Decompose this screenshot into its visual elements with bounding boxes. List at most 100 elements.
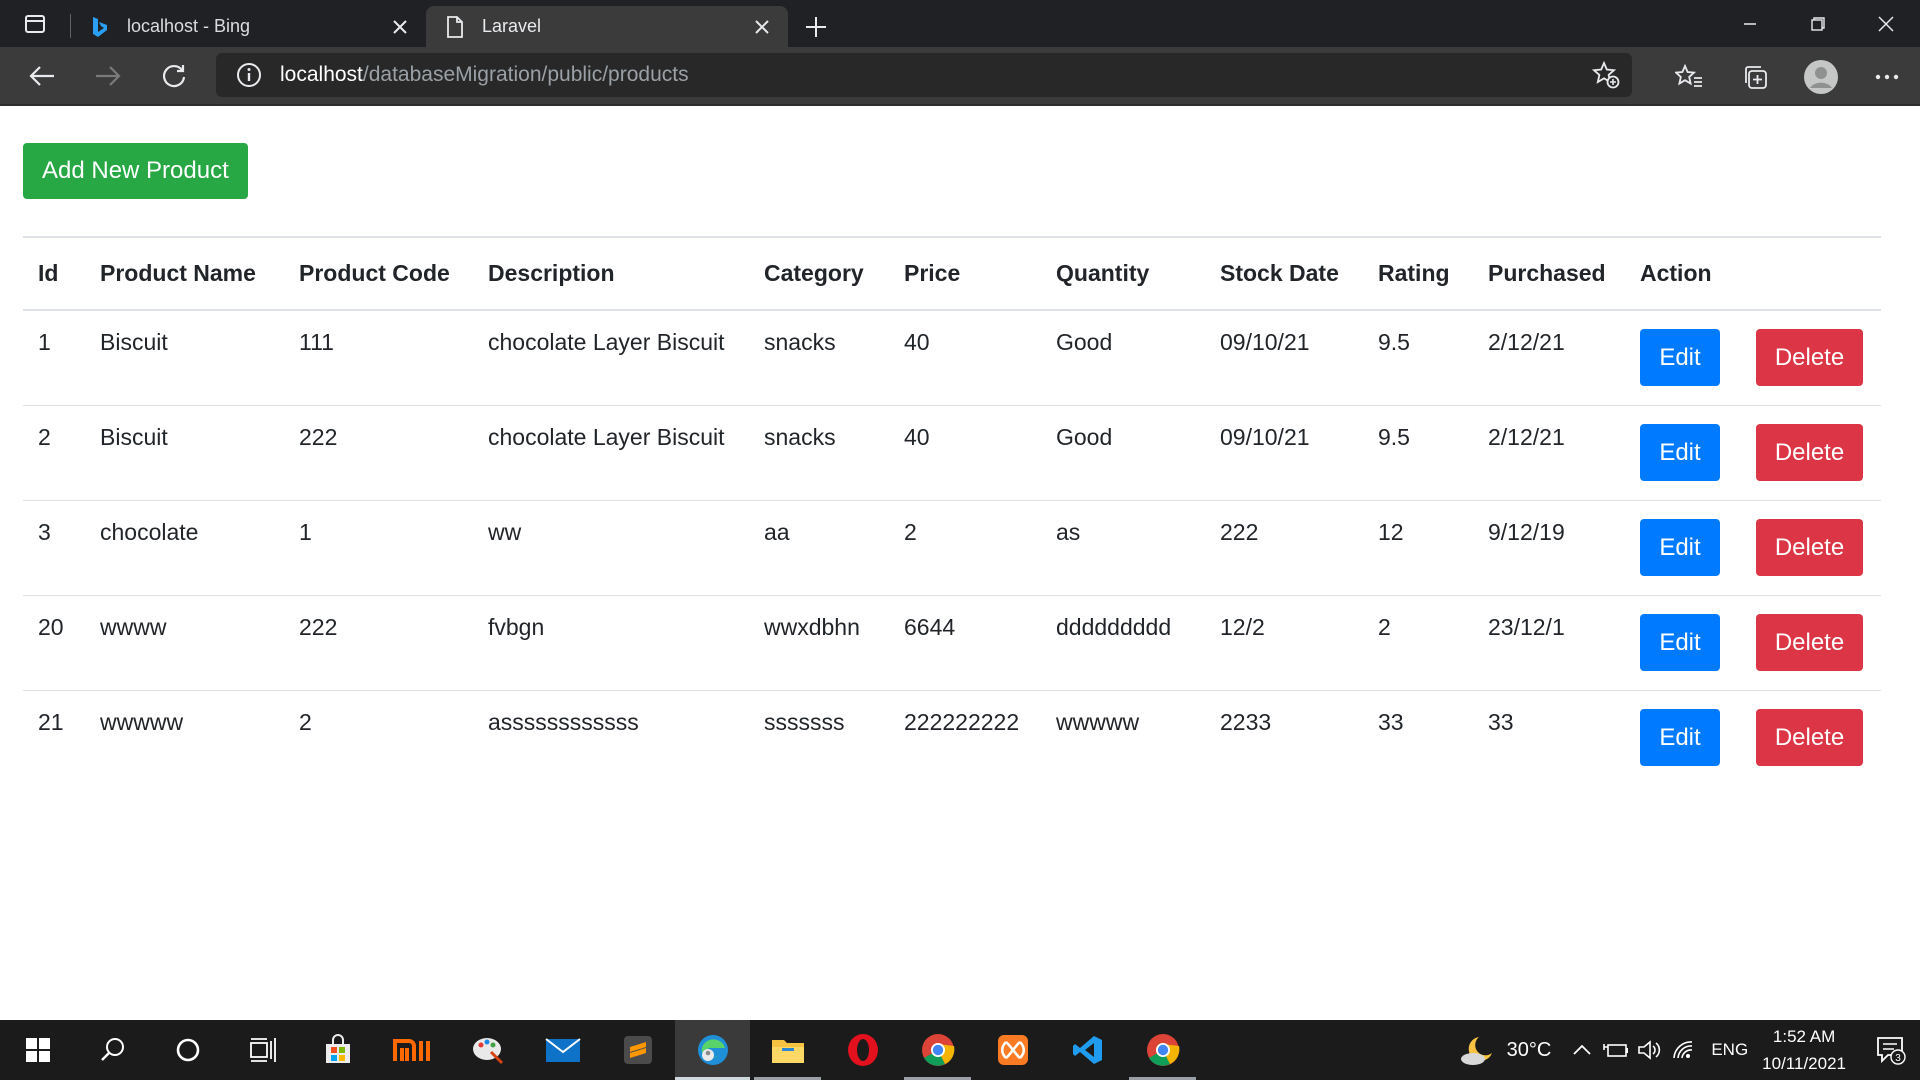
volume-button[interactable]	[1633, 1039, 1667, 1061]
edit-button[interactable]: Edit	[1640, 423, 1720, 481]
table-body: 1 Biscuit 111 chocolate Layer Biscuit snacks…	[23, 310, 1881, 785]
folder-icon	[771, 1040, 804, 1063]
table-row: 20 wwww 222 fvbgn wwxdbhn 6644 ddddddddd 12/2 2 2…	[23, 595, 1881, 691]
cell-id: 1	[23, 310, 85, 406]
time-text: 1:52 AM	[1772, 1027, 1836, 1046]
cell-category: sssssss	[764, 708, 845, 735]
refresh-button[interactable]	[141, 52, 207, 100]
address-bar[interactable]: localhost/databaseMigration/public/produ…	[216, 53, 1632, 97]
tab-laravel[interactable]: Laravel	[426, 6, 788, 47]
settings-menu-button[interactable]	[1854, 53, 1920, 101]
restore-icon	[1811, 16, 1825, 31]
cell-product-code: 222	[284, 405, 473, 501]
delete-button[interactable]: Delete	[1756, 518, 1863, 576]
taskbar-chrome[interactable]	[900, 1020, 975, 1080]
taskbar-sublime[interactable]	[600, 1020, 675, 1080]
tab-bing[interactable]: localhost - Bing	[71, 6, 426, 47]
paint-icon	[472, 1038, 503, 1065]
taskbar-vscode[interactable]	[1050, 1020, 1125, 1080]
cell-stock-date: 09/10/21	[1205, 310, 1363, 406]
network-button[interactable]	[1667, 1039, 1701, 1061]
taskbar-mail[interactable]	[525, 1020, 600, 1080]
cortana-button[interactable]	[150, 1020, 225, 1080]
taskbar-edge[interactable]	[675, 1020, 750, 1080]
cell-quantity: Good	[1041, 405, 1205, 501]
close-icon[interactable]	[750, 15, 774, 39]
site-info-icon[interactable]	[236, 62, 262, 88]
cell-rating: 9.5	[1363, 405, 1473, 501]
cortana-icon	[176, 1038, 199, 1062]
tab-title: localhost - Bing	[127, 16, 251, 36]
taskbar-chrome-2[interactable]	[1125, 1020, 1200, 1080]
delete-button[interactable]: Delete	[1756, 613, 1863, 671]
search-icon	[100, 1038, 124, 1061]
cell-product-code: 1	[284, 500, 473, 596]
edit-button[interactable]: Edit	[1640, 518, 1720, 576]
cell-action: Edit Delete	[1625, 405, 1881, 501]
forward-button[interactable]	[75, 52, 141, 100]
column-header: Category	[749, 238, 889, 311]
edit-button[interactable]: Edit	[1640, 708, 1720, 766]
minimize-button[interactable]	[1716, 0, 1784, 47]
table-row: 2 Biscuit 222 chocolate Layer Biscuit snacks…	[23, 405, 1881, 501]
profile-button[interactable]	[1788, 53, 1854, 101]
cell-product-name: wwww	[85, 595, 284, 691]
edit-button[interactable]: Edit	[1640, 613, 1720, 671]
add-favorite-icon[interactable]	[1591, 60, 1620, 89]
delete-button[interactable]: Delete	[1756, 708, 1863, 766]
add-new-product-button[interactable]: Add New Product	[23, 143, 248, 199]
store-icon	[325, 1034, 350, 1063]
start-button[interactable]	[0, 1020, 75, 1080]
taskbar-xampp[interactable]	[975, 1020, 1050, 1080]
cell-quantity: wwwww	[1056, 708, 1140, 735]
new-tab-button[interactable]	[788, 6, 844, 47]
delete-button[interactable]: Delete	[1756, 329, 1863, 386]
table-row: 21 wwwww 2 assssssssssss sssssss 222222222 www…	[23, 690, 1881, 785]
cell-quantity: as	[1041, 500, 1205, 596]
taskbar-opera[interactable]	[825, 1020, 900, 1080]
cell-id: 2	[23, 405, 85, 501]
restore-button[interactable]	[1784, 0, 1852, 47]
taskbar-mi[interactable]	[375, 1020, 450, 1080]
column-header: Price	[889, 238, 1041, 311]
weather-widget[interactable]: 30°C	[1459, 1033, 1551, 1067]
sublime-text-icon	[623, 1036, 652, 1064]
cell-id: 20	[23, 595, 85, 691]
cell-price: 6644	[889, 595, 1041, 691]
cell-product-name: Biscuit	[85, 310, 284, 406]
column-header: Purchased	[1473, 238, 1625, 311]
close-icon[interactable]	[388, 15, 412, 39]
battery-button[interactable]	[1599, 1041, 1633, 1059]
cell-description: chocolate Layer Biscuit	[473, 405, 749, 501]
chevron-up-icon	[1573, 1044, 1591, 1055]
collections-button[interactable]	[1722, 53, 1788, 101]
bing-icon	[89, 16, 111, 38]
show-hidden-icons-button[interactable]	[1565, 1044, 1599, 1056]
taskbar-file-explorer[interactable]	[750, 1020, 825, 1080]
taskbar-paint[interactable]	[450, 1020, 525, 1080]
tab-actions-button[interactable]	[0, 0, 70, 47]
cell-rating: 33	[1378, 708, 1404, 735]
forward-arrow-icon	[96, 65, 121, 86]
cell-action: Edit Delete	[1625, 595, 1881, 691]
cell-purchased: 33	[1488, 708, 1514, 735]
delete-button[interactable]: Delete	[1756, 423, 1863, 481]
cell-stock-date: 222	[1205, 500, 1363, 596]
edit-button[interactable]: Edit	[1640, 329, 1720, 386]
favorites-button[interactable]	[1656, 53, 1722, 101]
language-indicator[interactable]: ENG	[1711, 1040, 1748, 1060]
close-window-button[interactable]	[1852, 0, 1920, 47]
toolbar-right	[1656, 47, 1920, 106]
volume-icon	[1638, 1040, 1661, 1060]
notifications-button[interactable]: 3	[1862, 1035, 1920, 1065]
cell-product-name: wwwww	[100, 708, 184, 735]
cell-product-name: Biscuit	[85, 405, 284, 501]
back-button[interactable]	[9, 52, 75, 100]
taskbar-store[interactable]	[300, 1020, 375, 1080]
search-button[interactable]	[75, 1020, 150, 1080]
xampp-icon	[997, 1035, 1028, 1065]
close-icon	[1878, 15, 1894, 32]
task-view-button[interactable]	[225, 1020, 300, 1080]
cell-description: assssssssssss	[488, 708, 639, 735]
clock[interactable]: 1:52 AM 10/11/2021	[1762, 1023, 1846, 1077]
